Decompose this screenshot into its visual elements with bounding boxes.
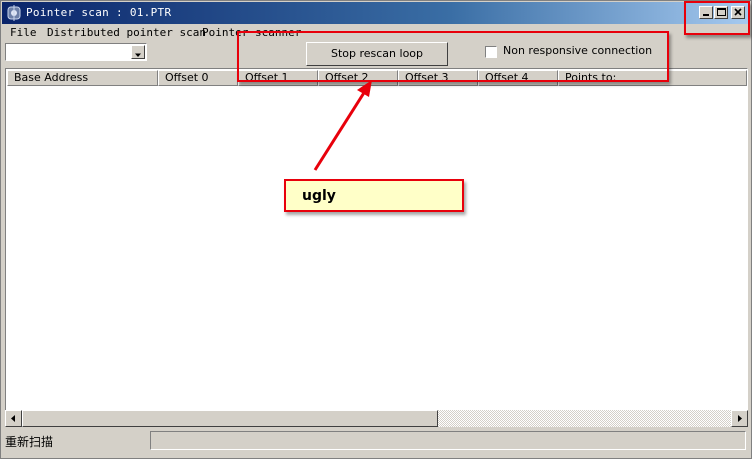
column-base-address[interactable]: Base Address: [7, 70, 158, 86]
scan-progress-bar: [150, 431, 746, 450]
horizontal-scrollbar[interactable]: [5, 410, 748, 427]
status-bar: 重新扫描: [2, 429, 750, 453]
scroll-left-icon: [11, 415, 15, 422]
scroll-thumb[interactable]: [22, 410, 438, 427]
combo-dropdown-button[interactable]: [131, 45, 145, 59]
window-title: Pointer scan : 01.PTR: [26, 6, 172, 19]
scroll-left-button[interactable]: [5, 410, 22, 427]
scroll-right-icon: [738, 415, 742, 422]
scan-selector-combo[interactable]: [5, 43, 147, 61]
annotation-callout-text: ugly: [302, 188, 336, 204]
scroll-track[interactable]: [438, 410, 731, 427]
column-offset-0[interactable]: Offset 0: [158, 70, 238, 86]
menu-distributed-pointer-scan[interactable]: Distributed pointer scan: [47, 26, 206, 39]
title-bar[interactable]: Pointer scan : 01.PTR: [2, 2, 750, 24]
scroll-right-button[interactable]: [731, 410, 748, 427]
chevron-down-icon: [135, 53, 141, 57]
annotation-window-controls-highlight: [684, 1, 750, 35]
annotation-toolbar-highlight: [237, 31, 669, 82]
menu-file[interactable]: File: [10, 26, 37, 39]
pointer-results-list[interactable]: Base Address Offset 0 Offset 1 Offset 2 …: [5, 68, 748, 426]
annotation-callout: ugly: [284, 179, 464, 212]
status-text: 重新扫描: [5, 435, 54, 449]
app-icon: [7, 5, 21, 21]
